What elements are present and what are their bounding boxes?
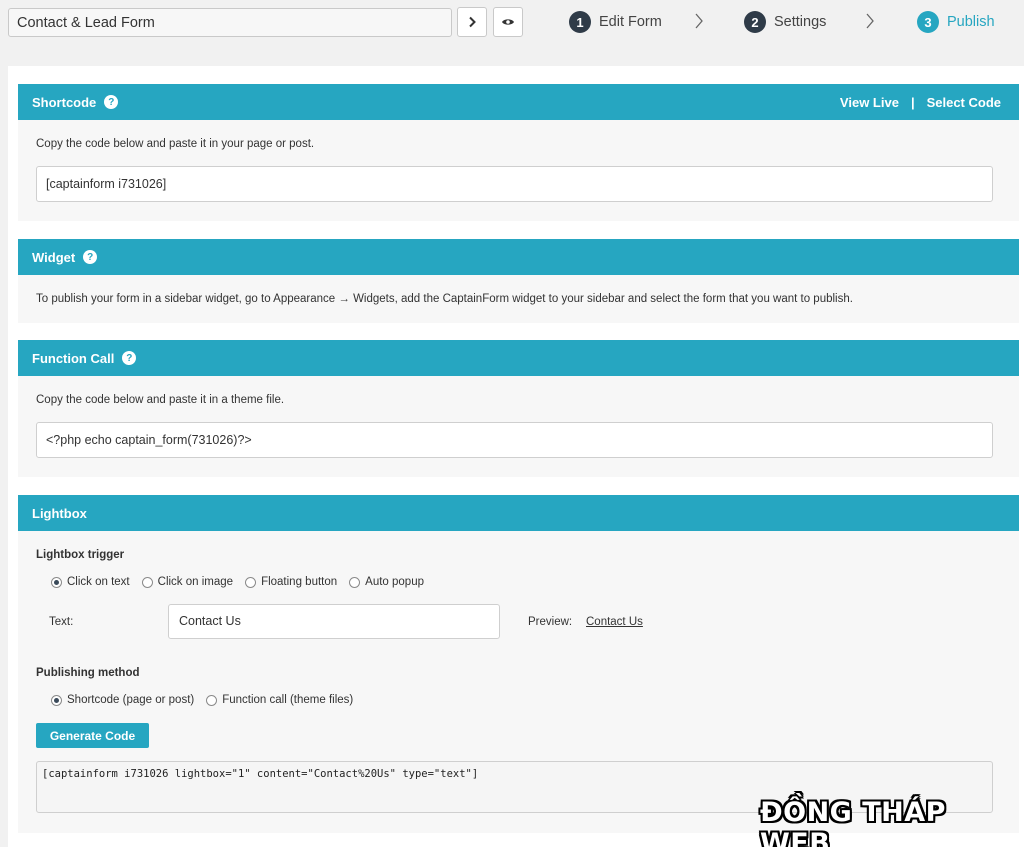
radio-button[interactable] bbox=[141, 576, 153, 588]
step-number: 1 bbox=[569, 11, 591, 33]
generate-code-button[interactable]: Generate Code bbox=[36, 723, 149, 748]
panel-title: Shortcode bbox=[32, 94, 97, 110]
option-label: Click on image bbox=[157, 576, 234, 588]
panel-header: Function Call ? bbox=[18, 340, 1019, 376]
panel-header: Widget ? bbox=[18, 239, 1019, 275]
shortcode-description: Copy the code below and paste it in your… bbox=[36, 138, 315, 150]
top-bar: Contact & Lead Form 1 Edit Form 2 Settin… bbox=[0, 0, 1024, 64]
eye-icon bbox=[502, 19, 514, 25]
function-call-description: Copy the code below and paste it in a th… bbox=[36, 394, 285, 406]
form-title-field[interactable]: Contact & Lead Form bbox=[8, 8, 452, 37]
method-option-function-call[interactable]: Function call (theme files) bbox=[206, 694, 353, 706]
widget-panel: Widget ? To publish your form in a sideb… bbox=[18, 239, 1019, 323]
method-option-shortcode[interactable]: Shortcode (page or post) bbox=[51, 694, 194, 706]
chevron-right-icon bbox=[866, 13, 874, 29]
step-publish[interactable]: 3 Publish bbox=[917, 10, 995, 34]
step-label: Settings bbox=[774, 14, 827, 30]
panel-title: Function Call bbox=[32, 350, 115, 366]
help-icon[interactable]: ? bbox=[104, 95, 119, 109]
option-label: Click on text bbox=[67, 576, 130, 588]
step-edit-form[interactable]: 1 Edit Form bbox=[569, 10, 662, 34]
function-call-panel: Function Call ? Copy the code below and … bbox=[18, 340, 1019, 477]
shortcode-panel: Shortcode ? View Live | Select Code Copy… bbox=[18, 84, 1019, 221]
radio-button[interactable] bbox=[245, 576, 257, 588]
panel-title: Widget bbox=[32, 249, 76, 265]
chevron-right-icon bbox=[469, 16, 476, 28]
function-call-field[interactable]: <?php echo captain_form(731026)?> bbox=[36, 422, 993, 458]
step-label: Publish bbox=[947, 14, 995, 30]
next-button[interactable] bbox=[457, 7, 487, 37]
option-label: Shortcode (page or post) bbox=[67, 694, 195, 706]
radio-button[interactable] bbox=[51, 576, 62, 588]
panel-title: Lightbox bbox=[32, 505, 87, 521]
text-label: Text: bbox=[49, 616, 74, 628]
select-code-link[interactable]: Select Code bbox=[927, 95, 1001, 110]
view-live-link[interactable]: View Live bbox=[840, 95, 899, 110]
help-icon[interactable]: ? bbox=[122, 351, 137, 365]
trigger-text-input[interactable]: Contact Us bbox=[168, 604, 500, 639]
trigger-option-floating-button[interactable]: Floating button bbox=[245, 576, 337, 588]
lightbox-trigger-label: Lightbox trigger bbox=[36, 549, 125, 561]
option-label: Floating button bbox=[261, 576, 338, 588]
trigger-option-click-image[interactable]: Click on image bbox=[141, 576, 234, 588]
publishing-method-label: Publishing method bbox=[36, 667, 140, 679]
lightbox-panel: Lightbox Lightbox trigger Click on text … bbox=[18, 495, 1019, 833]
radio-button[interactable] bbox=[206, 694, 218, 706]
radio-button[interactable] bbox=[51, 694, 62, 706]
preview-label: Preview: bbox=[528, 616, 573, 628]
option-label: Auto popup bbox=[365, 576, 424, 588]
help-icon[interactable]: ? bbox=[83, 250, 98, 264]
method-radio-group: Shortcode (page or post) Function call (… bbox=[51, 694, 365, 706]
chevron-right-icon bbox=[695, 13, 703, 29]
trigger-option-auto-popup[interactable]: Auto popup bbox=[349, 576, 424, 588]
step-number: 2 bbox=[744, 11, 766, 33]
preview-button[interactable] bbox=[493, 7, 523, 37]
widget-description: To publish your form in a sidebar widget… bbox=[36, 293, 853, 305]
trigger-radio-group: Click on text Click on image Floating bu… bbox=[51, 576, 436, 588]
preview-link[interactable]: Contact Us bbox=[586, 616, 643, 628]
shortcode-field[interactable]: [captainform i731026] bbox=[36, 166, 993, 202]
trigger-option-click-text[interactable]: Click on text bbox=[51, 576, 130, 588]
step-number: 3 bbox=[917, 11, 939, 33]
radio-button[interactable] bbox=[349, 576, 361, 588]
option-label: Function call (theme files) bbox=[222, 694, 354, 706]
watermark-logo: ĐỒNG THÁP WEB bbox=[760, 797, 946, 847]
link-separator: | bbox=[910, 94, 915, 110]
panel-header: Lightbox bbox=[18, 495, 1019, 531]
step-label: Edit Form bbox=[599, 14, 662, 30]
step-settings[interactable]: 2 Settings bbox=[744, 10, 826, 34]
panel-header: Shortcode ? View Live | Select Code bbox=[18, 84, 1019, 120]
